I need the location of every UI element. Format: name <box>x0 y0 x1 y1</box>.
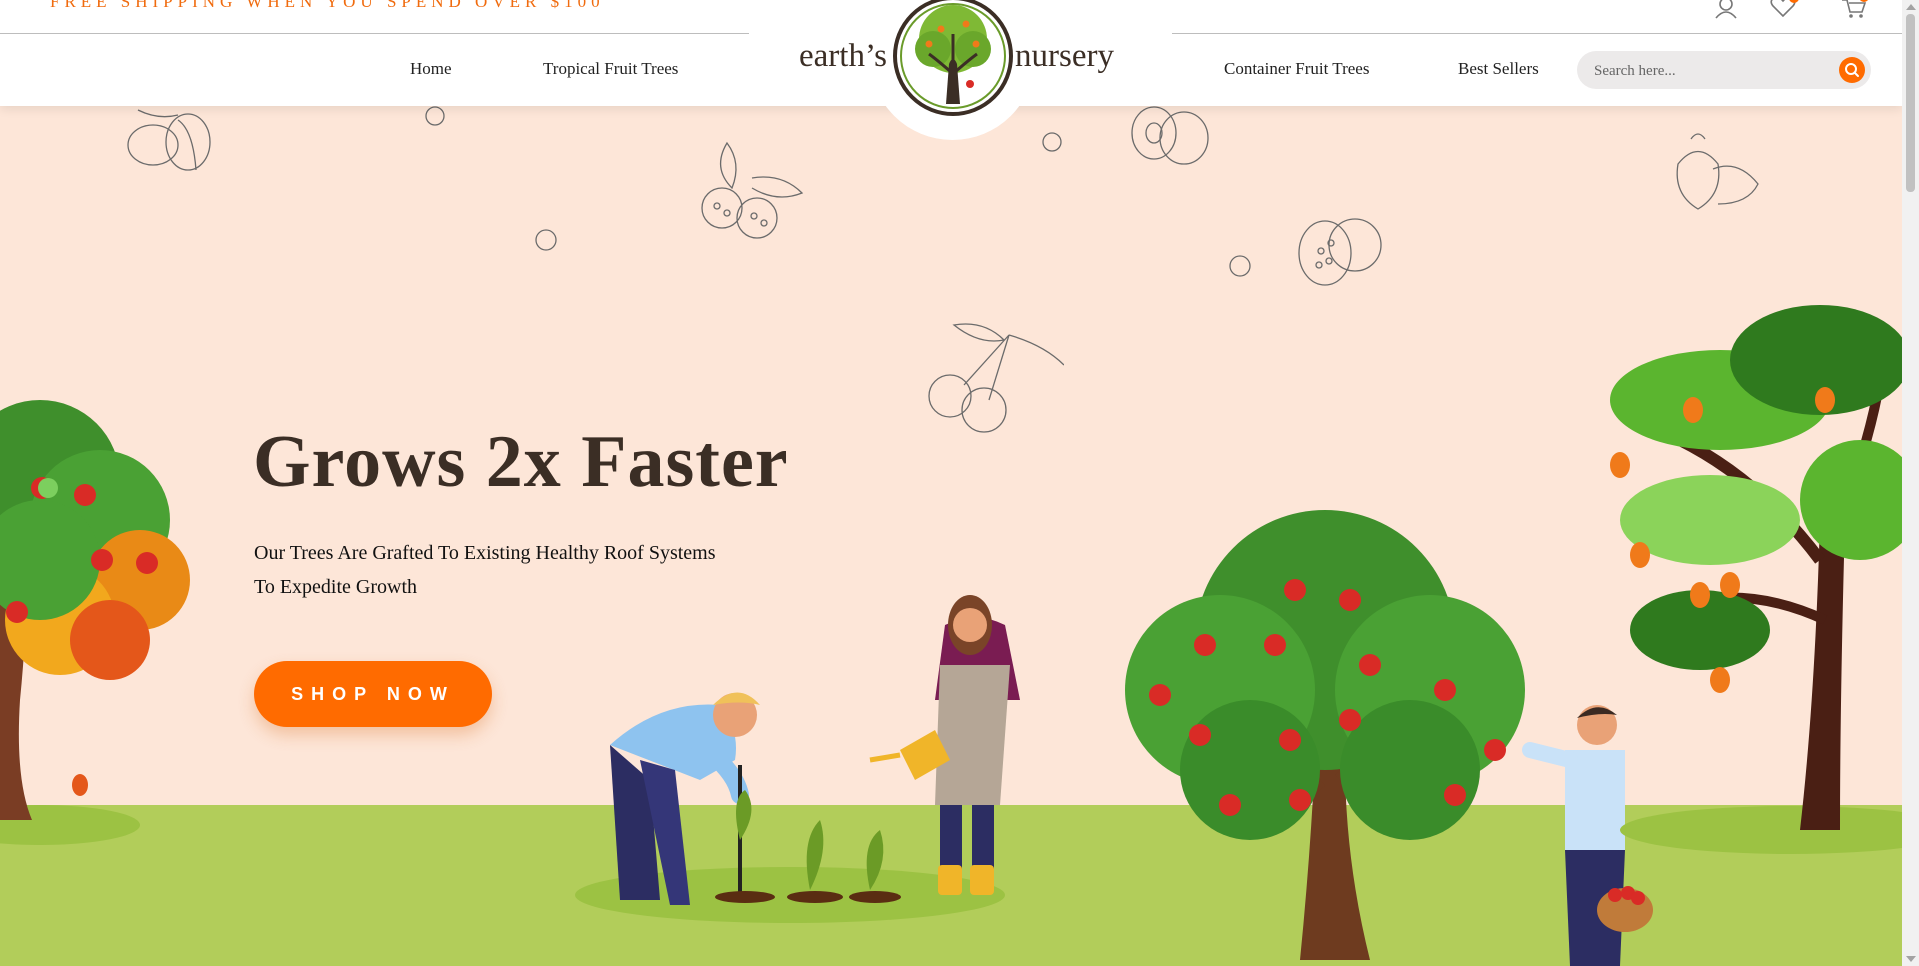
search-button[interactable] <box>1839 57 1865 83</box>
small-berry-sketch <box>535 229 557 251</box>
peach-sketch <box>1131 106 1209 165</box>
user-icon[interactable] <box>1710 0 1742 20</box>
nav-best-sellers[interactable]: Best Sellers <box>1458 59 1539 79</box>
small-berry-sketch <box>425 106 445 126</box>
cart-icon[interactable] <box>1838 0 1870 20</box>
tree-logo-icon[interactable] <box>891 0 1015 118</box>
scroll-thumb[interactable] <box>1906 14 1915 192</box>
search-icon <box>1845 63 1859 77</box>
raspberry-sketch <box>701 141 804 239</box>
shop-now-button[interactable]: SHOP NOW <box>254 661 492 727</box>
search-input[interactable] <box>1592 60 1826 82</box>
strawberry-sketch <box>1676 133 1759 210</box>
left-fruit-tree <box>0 400 190 845</box>
cherries-sketch <box>928 323 1064 433</box>
small-berry-sketch <box>1229 255 1251 277</box>
page-scrollbar[interactable] <box>1902 0 1919 966</box>
logo-text-right: nursery <box>1015 38 1114 74</box>
woman-watering <box>869 595 1020 895</box>
hero-title: Grows 2x Faster <box>253 421 789 503</box>
nav-container-fruit-trees[interactable]: Container Fruit Trees <box>1224 59 1369 79</box>
search-bar <box>1577 51 1871 89</box>
mango-tree <box>1610 305 1902 854</box>
header-divider-right <box>1172 33 1902 34</box>
header-divider-left <box>0 33 749 34</box>
free-shipping-banner: FREE SHIPPING WHEN YOU SPEND OVER $100 <box>50 0 605 11</box>
hero-subtitle: Our Trees Are Grafted To Existing Health… <box>254 542 716 598</box>
nav-home[interactable]: Home <box>410 59 452 79</box>
pomegranate-sketch <box>1298 218 1382 286</box>
nuts-sketch <box>127 109 211 171</box>
nav-tropical-fruit-trees[interactable]: Tropical Fruit Trees <box>543 59 678 79</box>
small-berry-sketch <box>1042 132 1062 152</box>
logo-text-left: earth’s <box>799 38 887 74</box>
heart-icon[interactable] <box>1767 0 1799 20</box>
page: Grows 2x Faster Our Trees Are Grafted To… <box>0 0 1902 966</box>
apple-tree <box>1125 510 1525 960</box>
scroll-down-arrow[interactable] <box>1906 956 1916 962</box>
scroll-up-arrow[interactable] <box>1906 4 1916 10</box>
